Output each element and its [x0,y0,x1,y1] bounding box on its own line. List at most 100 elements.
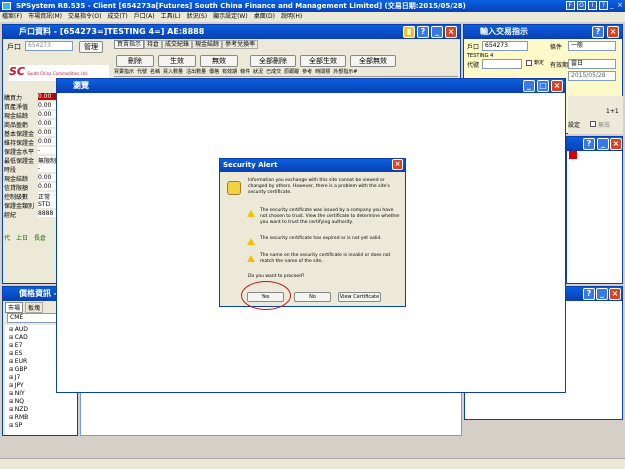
field-value: 0.00 [38,129,56,136]
help-icon[interactable]: ? [583,138,595,150]
invalid-checkbox[interactable] [590,121,596,127]
minimize-icon[interactable]: _ [596,288,608,300]
deactivate-button[interactable]: 無效 [200,55,238,67]
field-label: 保證金類別 [4,203,35,210]
col-header[interactable]: 有效期 [222,69,237,75]
help-icon[interactable]: ? [417,26,429,38]
right-window-2-titlebar: ? _ × [567,137,622,151]
tab-orders[interactable]: 買賣指示 [114,40,145,49]
col-header[interactable]: 已成交 [266,69,281,75]
tab-code[interactable]: 代 [4,235,10,242]
lock-icon[interactable]: ▮ [403,26,415,38]
tab-trades[interactable]: 成交紀錄 [162,40,193,49]
manage-button[interactable]: 管理 [79,41,103,53]
menu-file[interactable]: 檔案(F) [2,13,22,20]
field-label: 基本保證金 [4,131,35,138]
close-icon[interactable]: × [609,288,621,300]
valid-select[interactable]: 當日 [568,59,616,69]
condition-label: 條件 [550,44,563,51]
tab-sector[interactable]: 板塊 [25,302,44,313]
col-header[interactable]: 條件 [240,69,250,75]
menu-help[interactable]: 說明(H) [281,13,302,20]
maximize-icon[interactable]: □ [537,80,549,92]
menu-status[interactable]: 狀況(S) [187,13,208,20]
tree-item[interactable]: ⊞ CAD [9,334,28,341]
tree-item[interactable]: ⊞ RMB [9,414,28,421]
tree-item[interactable]: ⊞ JPY [9,382,24,389]
o-icon[interactable]: O [577,1,586,10]
close-icon[interactable]: × [392,159,403,170]
help-icon[interactable]: ? [599,1,608,10]
tab-fx[interactable]: 參考兌換率 [222,40,259,49]
right-window-2-tab[interactable] [569,151,577,159]
help-icon[interactable]: ? [583,288,595,300]
col-header[interactable]: 沽出數量 [186,69,206,75]
f-icon[interactable]: F [566,1,575,10]
minimize-icon[interactable]: _ [597,138,609,150]
menu-tools[interactable]: 工具(L) [161,13,181,20]
i-icon[interactable]: I [588,1,597,10]
tree-item[interactable]: ⊞ NQ [9,398,24,405]
col-header[interactable]: 價格 [209,69,219,75]
close-icon[interactable]: × [607,26,619,38]
tree-item[interactable]: ⊞ J7 [9,374,20,381]
order-titlebar: 輸入交易指示 ? × [464,25,622,39]
tab-positions[interactable]: 持倉 [144,40,163,49]
menu-account[interactable]: 戶口(A) [134,13,155,20]
menu-desktop[interactable]: 桌面(D) [254,13,275,20]
close-icon[interactable]: × [445,26,457,38]
minimize-icon[interactable]: _ [523,80,535,92]
col-header[interactable]: 買入數量 [163,69,183,75]
tree-item[interactable]: ⊞ ES [9,350,22,357]
col-header[interactable]: 名稱 [150,69,160,75]
menu-order[interactable]: 交易指令(O) [68,13,101,20]
col-header[interactable]: 參考 [302,69,312,75]
menu-trade[interactable]: 成交(T) [107,13,127,20]
warning-text: The security certificate has expired or … [260,236,382,241]
deactivate-all-button[interactable]: 全部無效 [350,55,396,67]
minimize-icon[interactable]: _ [610,1,616,10]
tab-market[interactable]: 市場 [5,302,24,313]
delete-all-button[interactable]: 全部刪除 [250,55,296,67]
col-header[interactable]: 時間標 [315,69,330,75]
minimize-icon[interactable]: _ [431,26,443,38]
order-account-select[interactable]: 654273 [482,41,528,51]
close-icon[interactable]: × [551,80,563,92]
field-row: 基本保證金 0.00 [4,129,56,138]
tree-item[interactable]: ⊞ EUR [9,358,27,365]
close-icon[interactable]: × [610,138,622,150]
col-header[interactable]: 狀況 [253,69,263,75]
condition-select[interactable]: 一般 [568,41,616,51]
menu-market[interactable]: 市場資訊(M) [28,13,62,20]
field-label: 現金結餘 [4,113,29,120]
col-header[interactable]: 買賣指示 [114,69,134,75]
view-certificate-button[interactable]: View Certificate [338,292,381,302]
menu-display[interactable]: 顯示設定(W) [213,13,248,20]
col-header[interactable]: 代號 [137,69,147,75]
date-input[interactable]: 2015/05/28 [568,71,616,81]
field-row: 最低保證金 無限制 [4,156,56,165]
activate-button[interactable]: 生效 [158,55,196,67]
tab-cash[interactable]: 現金結餘 [192,40,223,49]
tree-item[interactable]: ⊞ NIY [9,390,25,397]
dialog-title: Security Alert [223,161,278,169]
tree-item[interactable]: ⊞ GBP [9,366,27,373]
lock-checkbox[interactable] [526,60,532,66]
field-row: 維持保證金 0.00 [4,138,56,147]
col-header[interactable]: 原跟蹤 [284,69,299,75]
col-header[interactable]: 外部指示# [333,69,357,75]
tree-item[interactable]: ⊞ NZD [9,406,28,413]
delete-button[interactable]: 刪除 [116,55,154,67]
activate-all-button[interactable]: 全部生效 [300,55,346,67]
close-icon[interactable]: × [617,1,624,10]
code-input[interactable] [482,59,522,69]
no-button[interactable]: No [294,292,331,302]
tree-item[interactable]: ⊞ E7 [9,342,22,349]
tab-prev-day[interactable]: 上日 [16,235,28,242]
tree-item[interactable]: ⊞ AUD [9,326,28,333]
right-label-invalid: 無效 [598,122,611,129]
tree-item[interactable]: ⊞ SP [9,422,22,429]
tab-long[interactable]: 長倉 [34,235,46,242]
help-icon[interactable]: ? [592,26,604,38]
account-select[interactable]: 654273 [25,41,73,51]
